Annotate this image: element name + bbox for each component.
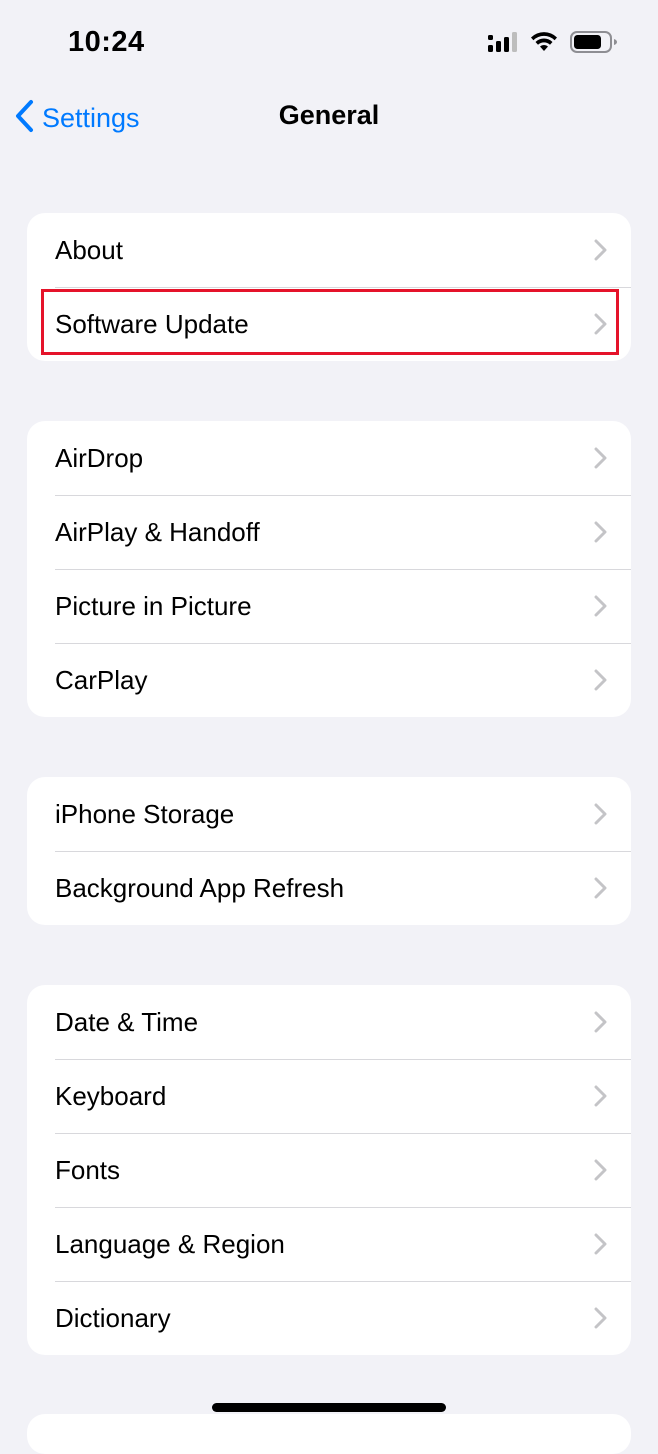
chevron-right-icon [594, 313, 607, 335]
settings-group-1: About Software Update [27, 213, 631, 361]
row-label: Picture in Picture [55, 590, 252, 621]
row-iphone-storage[interactable]: iPhone Storage [27, 777, 631, 851]
row-label: Dictionary [55, 1302, 171, 1333]
chevron-right-icon [594, 1085, 607, 1107]
row-dictionary[interactable]: Dictionary [27, 1281, 631, 1355]
chevron-right-icon [594, 669, 607, 691]
settings-group-4: Date & Time Keyboard Fonts Language & Re… [27, 985, 631, 1355]
row-label: Fonts [55, 1154, 121, 1185]
row-keyboard[interactable]: Keyboard [27, 1059, 631, 1133]
row-background-app-refresh[interactable]: Background App Refresh [27, 851, 631, 925]
status-bar: 10:24 [0, 0, 658, 90]
row-label: Background App Refresh [55, 872, 345, 903]
cellular-signal-icon [488, 31, 518, 58]
row-label: AirPlay & Handoff [55, 516, 260, 547]
status-time: 10:24 [68, 26, 145, 58]
settings-group-2: AirDrop AirPlay & Handoff Picture in Pic… [27, 421, 631, 717]
navigation-bar: Settings General [0, 90, 658, 146]
row-picture-in-picture[interactable]: Picture in Picture [27, 569, 631, 643]
settings-group-5-partial [27, 1414, 631, 1454]
row-label: Date & Time [55, 1006, 199, 1037]
row-about[interactable]: About [27, 213, 631, 287]
row-label: Software Update [55, 308, 249, 339]
row-date-time[interactable]: Date & Time [27, 985, 631, 1059]
row-label: About [55, 234, 123, 265]
chevron-right-icon [594, 803, 607, 825]
row-label: AirDrop [55, 442, 144, 473]
wifi-icon [530, 31, 558, 58]
chevron-right-icon [594, 1011, 607, 1033]
row-label: CarPlay [55, 664, 148, 695]
row-label: iPhone Storage [55, 798, 235, 829]
chevron-right-icon [594, 1307, 607, 1329]
row-fonts[interactable]: Fonts [27, 1133, 631, 1207]
page-title: General [278, 100, 380, 130]
chevron-right-icon [594, 1159, 607, 1181]
chevron-right-icon [594, 877, 607, 899]
row-airplay-handoff[interactable]: AirPlay & Handoff [27, 495, 631, 569]
settings-group-3: iPhone Storage Background App Refresh [27, 777, 631, 925]
chevron-right-icon [594, 521, 607, 543]
battery-icon [570, 30, 618, 59]
row-language-region[interactable]: Language & Region [27, 1207, 631, 1281]
home-indicator[interactable] [212, 1403, 446, 1412]
chevron-right-icon [594, 447, 607, 469]
row-label: Language & Region [55, 1228, 285, 1259]
row-airdrop[interactable]: AirDrop [27, 421, 631, 495]
chevron-right-icon [594, 239, 607, 261]
row-software-update[interactable]: Software Update [27, 287, 631, 361]
chevron-right-icon [594, 1233, 607, 1255]
row-label: Keyboard [55, 1080, 167, 1111]
status-icons [488, 30, 618, 58]
chevron-right-icon [594, 595, 607, 617]
row-carplay[interactable]: CarPlay [27, 643, 631, 717]
